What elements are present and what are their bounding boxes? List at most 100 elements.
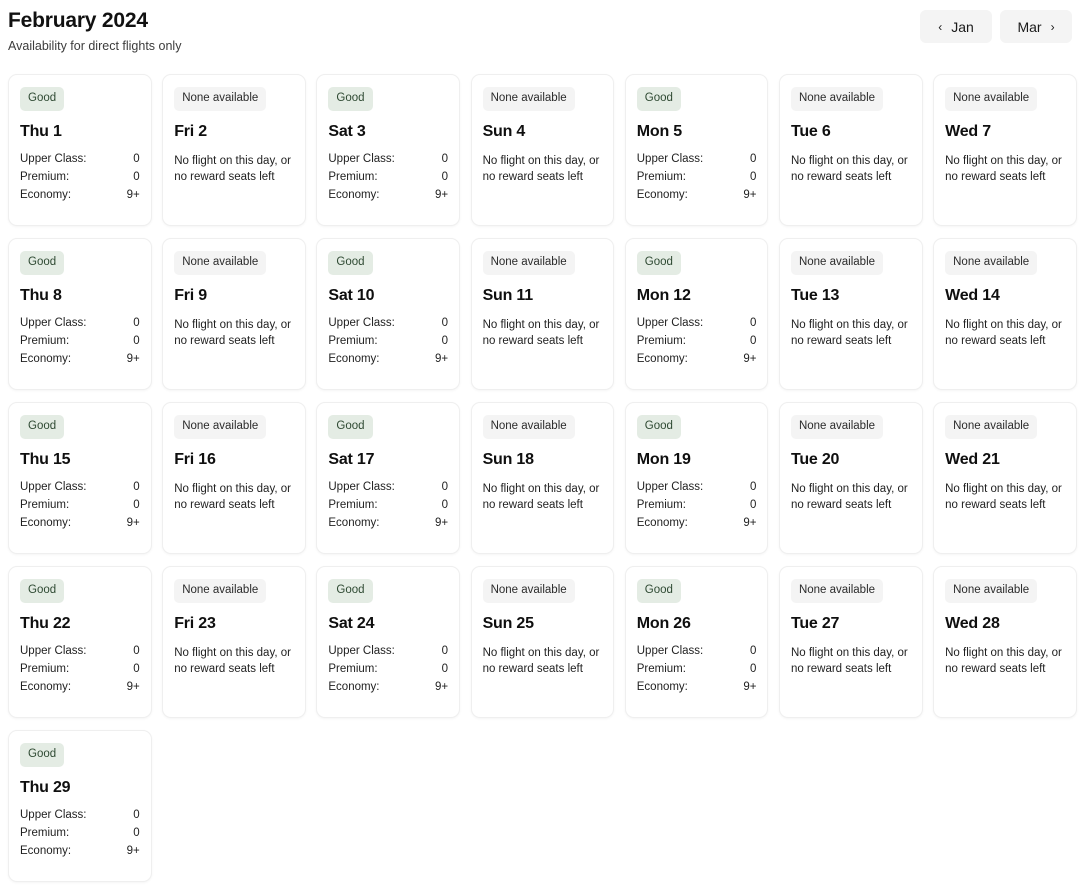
availability-status-badge: None available bbox=[790, 251, 884, 275]
day-card[interactable]: None available Fri 2 No flight on this day… bbox=[162, 74, 306, 226]
page-title: February 2024 bbox=[8, 9, 148, 32]
day-card[interactable]: Good Sat 10 Upper Class: 0 Premium: 0 Economy:… bbox=[316, 238, 461, 390]
day-card[interactable]: None available Tue 27 No flight on this da… bbox=[778, 566, 923, 718]
day-card[interactable]: Good Thu 1 Upper Class: 0 Premium: 0 Economy: 9… bbox=[8, 74, 152, 226]
no-availability-note: No flight on this day, or no reward seat… bbox=[482, 646, 600, 675]
no-availability-note: No flight on this day, or no reward seat… bbox=[790, 646, 908, 675]
cabin-class-seat-count: 0 bbox=[750, 170, 757, 183]
cabin-class-seat-count: 0 bbox=[750, 334, 757, 347]
previous-month-button[interactable]: ‹ Jan bbox=[920, 10, 992, 43]
day-card[interactable]: None available Tue 6 No flight on this day… bbox=[778, 74, 923, 226]
day-label: Fri 9 bbox=[174, 286, 207, 304]
cabin-class-seat-count: 0 bbox=[133, 152, 140, 165]
day-label: Fri 16 bbox=[174, 450, 216, 468]
cabin-class-list: Upper Class: 0 Premium: 0 Economy: 9+ bbox=[20, 480, 140, 531]
day-card[interactable]: Good Mon 26 Upper Class: 0 Premium: 0 Economy:… bbox=[624, 566, 769, 718]
cabin-class-seat-count: 0 bbox=[750, 480, 757, 493]
next-month-label: Mar bbox=[1017, 18, 1042, 35]
cabin-class-row-premium: Premium: 0 bbox=[20, 334, 140, 349]
cabin-class-name: Economy: bbox=[20, 680, 72, 693]
day-card[interactable]: None available Sun 11 No flight on this da… bbox=[470, 238, 615, 390]
cabin-class-seat-count: 0 bbox=[441, 662, 449, 675]
no-availability-note: No flight on this day, or no reward seat… bbox=[945, 646, 1062, 675]
day-card[interactable]: Good Thu 8 Upper Class: 0 Premium: 0 Economy: 9… bbox=[8, 238, 152, 390]
day-card[interactable]: Good Sat 17 Upper Class: 0 Premium: 0 Economy:… bbox=[316, 402, 461, 554]
availability-status-badge: None available bbox=[945, 579, 1038, 603]
cabin-class-row-premium: Premium: 0 bbox=[637, 662, 757, 677]
day-label: Sun 18 bbox=[482, 450, 534, 468]
day-card[interactable]: None available Fri 23 No flight on this da… bbox=[162, 566, 306, 718]
availability-status-badge: None available bbox=[790, 579, 884, 603]
day-card[interactable]: None available Wed 21 No flight on this da… bbox=[933, 402, 1077, 554]
day-card[interactable]: None available Sun 18 No flight on this da… bbox=[470, 402, 615, 554]
cabin-class-seat-count: 0 bbox=[133, 316, 140, 329]
availability-status-badge: None available bbox=[790, 87, 884, 111]
day-label: Mon 26 bbox=[636, 614, 691, 632]
cabin-class-name: Upper Class: bbox=[636, 480, 704, 493]
cabin-class-name: Economy: bbox=[328, 352, 380, 365]
cabin-class-row-economy: Economy: 9+ bbox=[328, 516, 448, 531]
day-card[interactable]: Good Mon 19 Upper Class: 0 Premium: 0 Economy:… bbox=[624, 402, 769, 554]
availability-status-badge: Good bbox=[636, 579, 681, 603]
cabin-class-list: Upper Class: 0 Premium: 0 Economy: 9+ bbox=[637, 152, 757, 203]
cabin-class-seat-count: 0 bbox=[133, 480, 140, 493]
day-card[interactable]: None available Sun 4 No flight on this day… bbox=[470, 74, 615, 226]
cabin-class-row-upper: Upper Class: 0 bbox=[20, 644, 140, 659]
availability-status-badge: None available bbox=[174, 87, 267, 111]
cabin-class-row-economy: Economy: 9+ bbox=[637, 516, 757, 531]
cabin-class-row-economy: Economy: 9+ bbox=[637, 188, 757, 203]
cabin-class-name: Premium: bbox=[20, 662, 70, 675]
cabin-class-name: Premium: bbox=[328, 334, 378, 347]
day-card[interactable]: None available Sun 25 No flight on this da… bbox=[470, 566, 615, 718]
no-availability-note: No flight on this day, or no reward seat… bbox=[945, 482, 1062, 511]
no-availability-note: No flight on this day, or no reward seat… bbox=[945, 318, 1062, 347]
day-card[interactable]: None available Tue 20 No flight on this da… bbox=[778, 402, 923, 554]
cabin-class-seat-count: 9+ bbox=[126, 680, 140, 693]
availability-status-badge: None available bbox=[945, 87, 1038, 111]
no-availability-note: No flight on this day, or no reward seat… bbox=[482, 318, 600, 347]
day-card[interactable]: Good Sat 24 Upper Class: 0 Premium: 0 Economy:… bbox=[316, 566, 461, 718]
day-card[interactable]: Good Thu 29 Upper Class: 0 Premium: 0 Economy:… bbox=[8, 730, 152, 882]
day-card[interactable]: None available Wed 7 No flight on this day… bbox=[933, 74, 1077, 226]
day-card[interactable]: None available Fri 9 No flight on this day… bbox=[162, 238, 306, 390]
no-availability-note: No flight on this day, or no reward seat… bbox=[174, 482, 291, 511]
cabin-class-name: Premium: bbox=[328, 662, 378, 675]
day-label: Sun 11 bbox=[482, 286, 534, 304]
cabin-class-seat-count: 0 bbox=[133, 334, 140, 347]
chevron-right-icon: › bbox=[1050, 19, 1055, 34]
day-card[interactable]: None available Tue 13 No flight on this da… bbox=[778, 238, 923, 390]
day-card[interactable]: Good Sat 3 Upper Class: 0 Premium: 0 Economy: 9… bbox=[316, 74, 461, 226]
cabin-class-row-premium: Premium: 0 bbox=[328, 334, 448, 349]
no-availability-note: No flight on this day, or no reward seat… bbox=[482, 482, 600, 511]
cabin-class-name: Economy: bbox=[20, 352, 72, 365]
cabin-class-list: Upper Class: 0 Premium: 0 Economy: 9+ bbox=[328, 152, 448, 203]
day-card[interactable]: None available Wed 14 No flight on this da… bbox=[933, 238, 1077, 390]
cabin-class-row-economy: Economy: 9+ bbox=[328, 188, 448, 203]
cabin-class-seat-count: 9+ bbox=[126, 516, 140, 529]
cabin-class-list: Upper Class: 0 Premium: 0 Economy: 9+ bbox=[328, 644, 448, 695]
day-card[interactable]: None available Fri 16 No flight on this da… bbox=[162, 402, 306, 554]
cabin-class-row-premium: Premium: 0 bbox=[328, 170, 448, 185]
no-availability-note: No flight on this day, or no reward seat… bbox=[174, 154, 291, 183]
no-availability-note: No flight on this day, or no reward seat… bbox=[945, 154, 1062, 183]
day-label: Wed 14 bbox=[945, 286, 1000, 304]
cabin-class-name: Premium: bbox=[328, 170, 378, 183]
cabin-class-row-upper: Upper Class: 0 bbox=[637, 152, 757, 167]
day-card[interactable]: Good Mon 5 Upper Class: 0 Premium: 0 Economy: 9… bbox=[624, 74, 769, 226]
day-card[interactable]: None available Wed 28 No flight on this da… bbox=[933, 566, 1077, 718]
availability-status-badge: Good bbox=[328, 251, 373, 275]
cabin-class-name: Premium: bbox=[20, 170, 70, 183]
cabin-class-seat-count: 0 bbox=[133, 644, 140, 657]
cabin-class-seat-count: 9+ bbox=[743, 352, 757, 365]
availability-status-badge: Good bbox=[20, 251, 65, 275]
cabin-class-row-upper: Upper Class: 0 bbox=[328, 644, 448, 659]
day-card[interactable]: Good Thu 15 Upper Class: 0 Premium: 0 Economy:… bbox=[8, 402, 152, 554]
availability-status-badge: Good bbox=[20, 579, 65, 603]
next-month-button[interactable]: Mar › bbox=[1000, 10, 1072, 43]
day-card[interactable]: Good Mon 12 Upper Class: 0 Premium: 0 Economy:… bbox=[624, 238, 769, 390]
cabin-class-seat-count: 9+ bbox=[743, 188, 757, 201]
cabin-class-name: Upper Class: bbox=[636, 644, 704, 657]
availability-status-badge: None available bbox=[482, 87, 575, 111]
availability-status-badge: Good bbox=[636, 87, 681, 111]
day-card[interactable]: Good Thu 22 Upper Class: 0 Premium: 0 Economy:… bbox=[8, 566, 152, 718]
